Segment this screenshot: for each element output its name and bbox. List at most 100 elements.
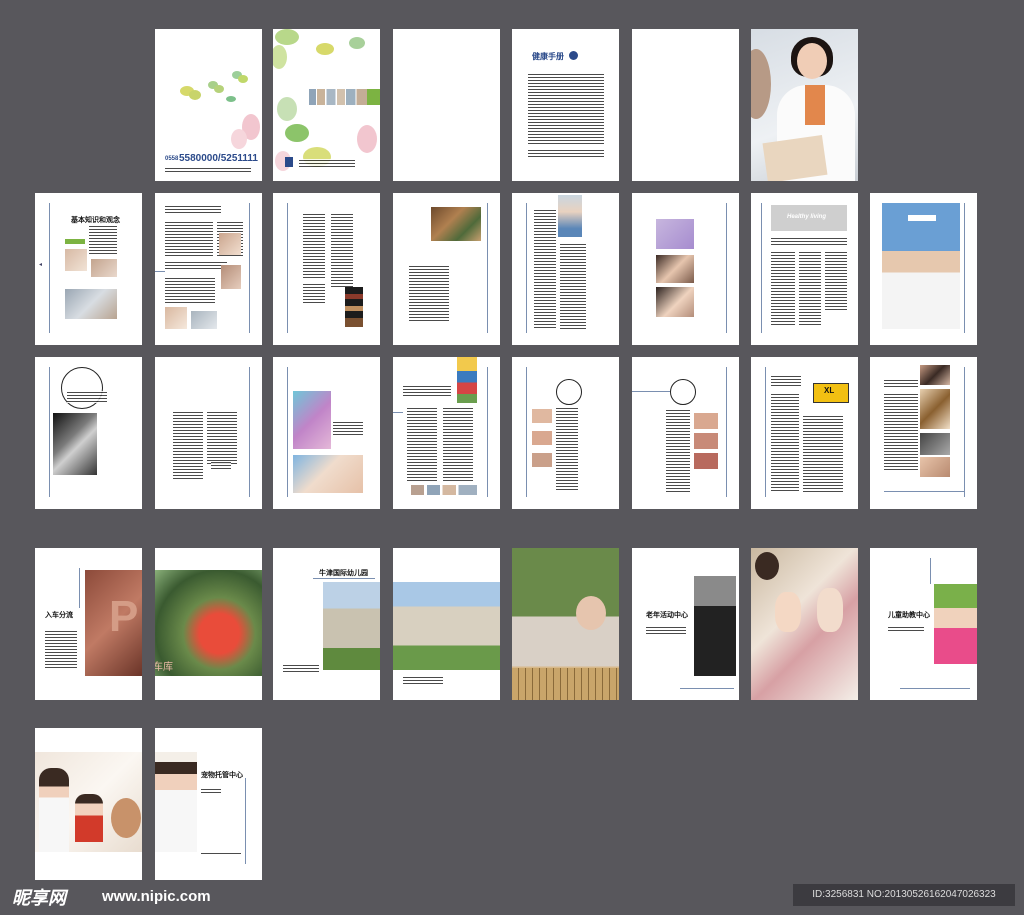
mother-head: [755, 552, 779, 580]
connector-line: [884, 491, 964, 492]
elderly-text: [534, 209, 556, 329]
pet-center-title: 宠物托管中心: [201, 771, 243, 779]
cover-front-text: [299, 159, 355, 167]
margin-line: [245, 778, 246, 864]
nutrition-photo-1: [219, 233, 241, 255]
basics-photo-2: [91, 259, 117, 277]
skin-photo-1: [532, 409, 552, 423]
page-text-lantern: [273, 193, 380, 345]
page-flowers: 地下车库: [155, 548, 262, 700]
connector-line: [393, 412, 403, 413]
child: [75, 794, 103, 842]
bottles-photo: [293, 391, 331, 449]
pills-thumb-strip: [411, 485, 477, 495]
clipboard: [762, 135, 828, 181]
elderly-face: [576, 596, 606, 630]
muscle-heading: [67, 391, 107, 403]
child-photo: [934, 584, 977, 664]
parking-sign-p: P: [109, 592, 139, 641]
page-nutrition: [155, 193, 262, 345]
page-dental: [632, 357, 739, 509]
margin-line: [287, 367, 288, 497]
page-senior-center: 老年活动中心: [632, 548, 739, 700]
headband: [908, 215, 936, 221]
face-photo: [920, 457, 950, 477]
preface-badge: [569, 51, 578, 60]
connector-line: [155, 271, 165, 272]
basics-title: 基本知识和观念: [71, 216, 120, 224]
healthy-text-3: [799, 251, 821, 325]
cover-green-tab: [367, 89, 380, 105]
page-insects: [870, 357, 977, 509]
cover-phone-prefix: 0558: [165, 156, 179, 162]
lantern-text: [303, 213, 325, 279]
margin-line: [79, 568, 80, 608]
connector-line: [900, 688, 970, 689]
margin-line: [964, 203, 965, 333]
page-elderly-go: [512, 548, 619, 700]
nutrition-text-4: [165, 277, 215, 305]
skin-text: [556, 407, 578, 491]
elderly-man-photo: [558, 195, 582, 237]
food-photo: [431, 207, 481, 241]
pet-footer-text: [201, 852, 241, 856]
preface-body-2: [528, 149, 604, 159]
puppy: [111, 798, 141, 838]
title-rule: [313, 578, 375, 579]
kindergarten-title: 牛津国际幼儿园: [319, 569, 368, 577]
mosquito-photo: [920, 389, 950, 429]
margin-line: [526, 203, 527, 333]
baby-2: [817, 588, 843, 632]
page-pills: [393, 357, 500, 509]
healthy-text-4: [825, 251, 847, 311]
nutrition-photo-3: [165, 307, 187, 329]
margin-line: [761, 203, 762, 333]
preface-body: [528, 73, 604, 145]
pills-heading: [403, 385, 451, 397]
page-cover-front: 健康手册 Health Handbook: [273, 29, 380, 181]
page-muscle: [35, 357, 142, 509]
lantern-text-3: [303, 283, 325, 303]
skin-photo-2: [532, 431, 552, 445]
parking-title: 入车分流: [45, 611, 73, 619]
eye-photo: [920, 365, 950, 385]
page-text-2col: [155, 357, 262, 509]
dental-photo-2: [694, 433, 718, 449]
senior-text: [646, 626, 686, 636]
nutrition-photo-4: [191, 311, 217, 329]
margin-line: [487, 203, 488, 333]
col-text-1: [173, 411, 203, 481]
connector-line: [632, 391, 670, 392]
page-preface: 健康手册: [512, 29, 619, 181]
section-circle: [556, 379, 582, 405]
page-pet-photo: [35, 728, 142, 880]
margin-line: [930, 558, 931, 584]
insects-text: [884, 393, 918, 471]
margin-line: [964, 367, 965, 497]
page-doctor-photo: [751, 29, 858, 181]
obesity-heading: [771, 375, 801, 387]
go-board: [512, 668, 619, 700]
page-blank-1: [393, 29, 500, 181]
nutrition-text: [165, 221, 213, 257]
medicine-text: [333, 421, 363, 435]
food-text: [409, 265, 449, 323]
margin-line: [49, 203, 50, 333]
watermark-url: www.nipic.com: [102, 888, 211, 905]
basics-text: [89, 225, 117, 255]
doctor-face: [797, 43, 827, 79]
cigarette-photo: [656, 219, 694, 249]
margin-line: [49, 367, 50, 497]
calligraphy-photo: [694, 576, 736, 676]
page-blank-2: [632, 29, 739, 181]
parking-text: [45, 630, 77, 670]
page-cover-back: 0558 5580000/5251111: [155, 29, 262, 181]
page-child-center: 儿童助教中心: [870, 548, 977, 700]
page-skincare: [512, 357, 619, 509]
parking-sign-text: 地下车库: [155, 662, 173, 673]
insects-heading: [884, 379, 918, 387]
page-smoking: [632, 193, 739, 345]
senior-center-title: 老年活动中心: [646, 611, 688, 619]
page-basics: ◂ 基本知识和观念: [35, 193, 142, 345]
doctor-shirt: [805, 85, 825, 125]
